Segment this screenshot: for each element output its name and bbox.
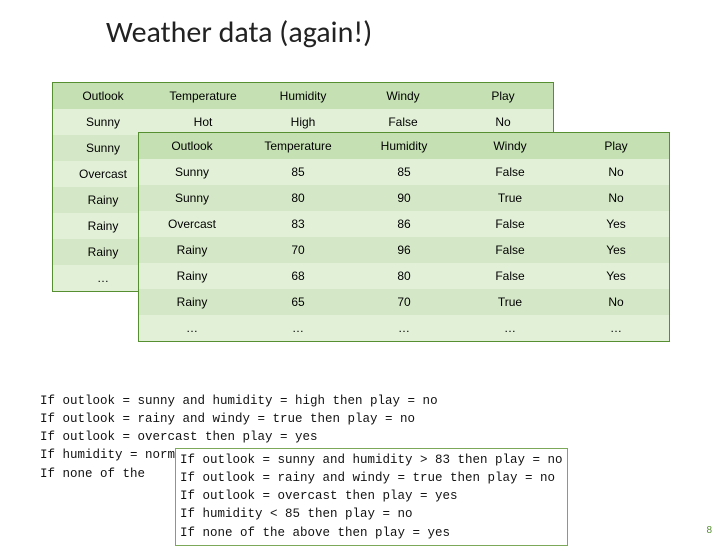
table-row: Overcast 83 86 False Yes: [139, 211, 669, 237]
cell: 83: [245, 211, 351, 237]
page-title: Weather data (again!): [106, 14, 372, 51]
cell: Rainy: [139, 237, 245, 263]
rule-line: If outlook = rainy and windy = true then…: [180, 471, 555, 485]
cell: …: [563, 315, 669, 341]
cell: False: [457, 211, 563, 237]
table-header-row: Outlook Temperature Humidity Windy Play: [139, 133, 669, 159]
rule-line: If none of the: [40, 467, 145, 481]
table-row: … … … … …: [139, 315, 669, 341]
table-row: Sunny 80 90 True No: [139, 185, 669, 211]
col-windy: Windy: [457, 133, 563, 159]
cell: Overcast: [139, 211, 245, 237]
cell: False: [457, 237, 563, 263]
cell: …: [139, 315, 245, 341]
col-humidity: Humidity: [351, 133, 457, 159]
cell: …: [245, 315, 351, 341]
cell: 96: [351, 237, 457, 263]
cell: Sunny: [139, 185, 245, 211]
col-humidity: Humidity: [253, 83, 353, 109]
cell: …: [457, 315, 563, 341]
col-outlook: Outlook: [139, 133, 245, 159]
cell: Yes: [563, 237, 669, 263]
cell: No: [563, 185, 669, 211]
rule-line: If outlook = sunny and humidity = high t…: [40, 394, 438, 408]
cell: Yes: [563, 211, 669, 237]
col-windy: Windy: [353, 83, 453, 109]
rule-line: If outlook = rainy and windy = true then…: [40, 412, 415, 426]
rule-line: If none of the above then play = yes: [180, 526, 450, 540]
rule-line: If outlook = sunny and humidity > 83 the…: [180, 453, 563, 467]
cell: False: [457, 263, 563, 289]
cell: True: [457, 289, 563, 315]
cell: Sunny: [139, 159, 245, 185]
rule-line: If outlook = overcast then play = yes: [180, 489, 458, 503]
cell: No: [563, 159, 669, 185]
cell: True: [457, 185, 563, 211]
table-header-row: Outlook Temperature Humidity Windy Play: [53, 83, 553, 109]
page-number: 8: [706, 525, 712, 536]
col-outlook: Outlook: [53, 83, 153, 109]
weather-table-numeric: Outlook Temperature Humidity Windy Play …: [138, 132, 670, 342]
cell: Yes: [563, 263, 669, 289]
cell: No: [563, 289, 669, 315]
cell: 70: [351, 289, 457, 315]
table-row: Rainy 65 70 True No: [139, 289, 669, 315]
table-row: Rainy 70 96 False Yes: [139, 237, 669, 263]
rule-line: If outlook = overcast then play = yes: [40, 430, 318, 444]
table-row: Sunny 85 85 False No: [139, 159, 669, 185]
col-temperature: Temperature: [153, 83, 253, 109]
rule-line: If humidity < 85 then play = no: [180, 507, 413, 521]
cell: Rainy: [139, 263, 245, 289]
col-play: Play: [453, 83, 553, 109]
col-temperature: Temperature: [245, 133, 351, 159]
cell: 90: [351, 185, 457, 211]
cell: …: [351, 315, 457, 341]
table-row: Rainy 68 80 False Yes: [139, 263, 669, 289]
cell: Rainy: [139, 289, 245, 315]
cell: 65: [245, 289, 351, 315]
col-play: Play: [563, 133, 669, 159]
cell: 80: [245, 185, 351, 211]
cell: 85: [351, 159, 457, 185]
cell: 70: [245, 237, 351, 263]
cell: 86: [351, 211, 457, 237]
cell: 85: [245, 159, 351, 185]
rules-numeric: If outlook = sunny and humidity > 83 the…: [175, 448, 568, 546]
cell: 68: [245, 263, 351, 289]
cell: 80: [351, 263, 457, 289]
cell: False: [457, 159, 563, 185]
